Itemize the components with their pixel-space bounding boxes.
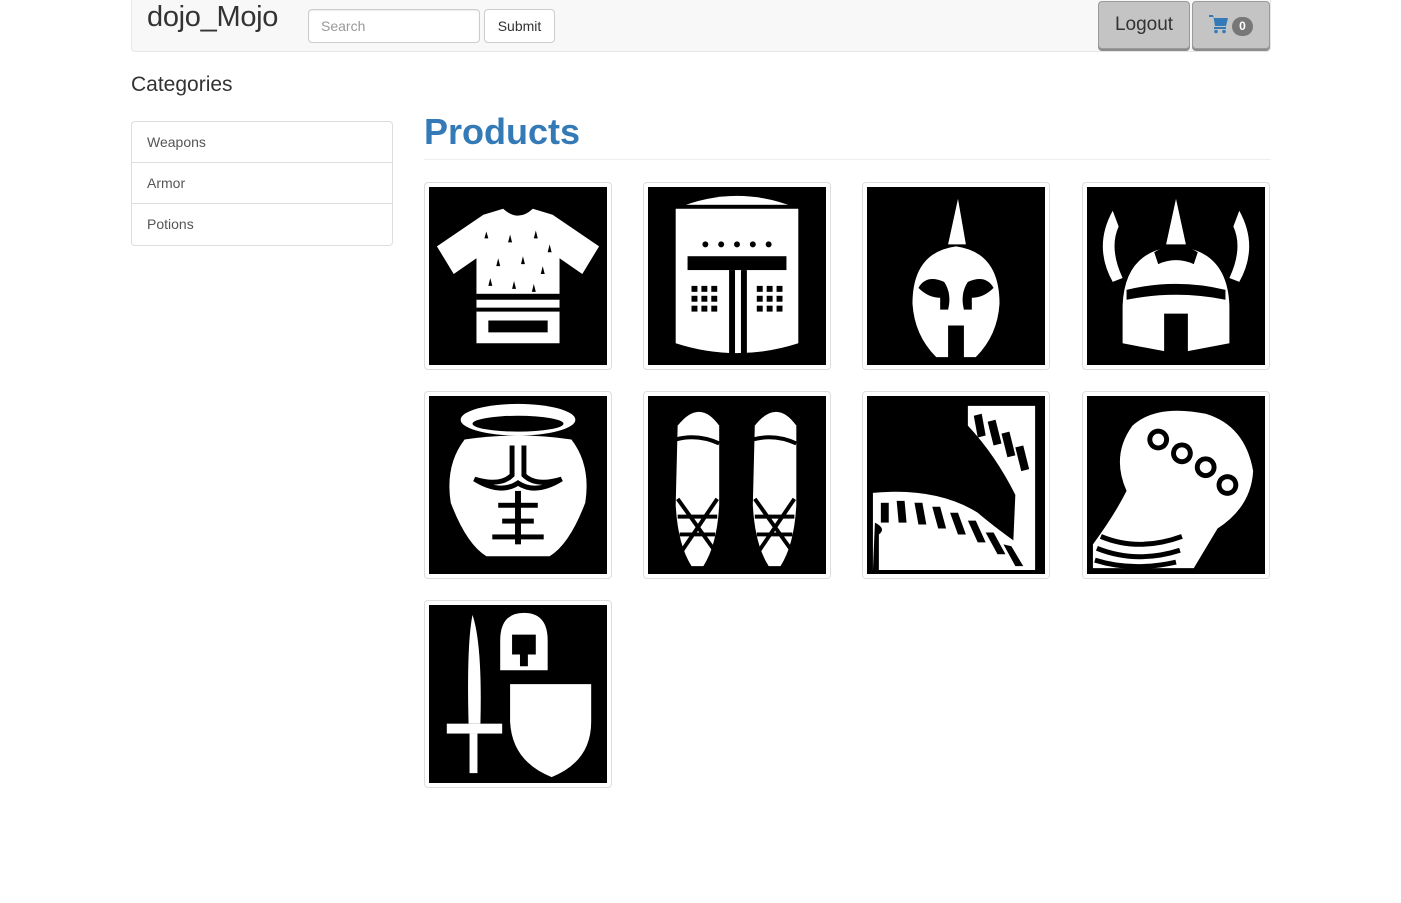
breastplate-icon xyxy=(429,396,607,574)
product-thumbnail-8[interactable] xyxy=(1082,391,1270,579)
cart-count-badge: 0 xyxy=(1232,17,1253,36)
logout-button[interactable]: Logout xyxy=(1098,1,1190,49)
sword-helmet-shield-icon xyxy=(429,605,607,783)
category-armor[interactable]: Armor xyxy=(132,163,392,204)
top-navbar: dojo_Mojo Submit Logout 0 xyxy=(131,0,1271,52)
category-potions[interactable]: Potions xyxy=(132,204,392,245)
pauldron-icon xyxy=(867,396,1045,574)
cart-button[interactable]: 0 xyxy=(1192,1,1270,49)
product-thumbnail-7[interactable] xyxy=(862,391,1050,579)
chainmail-shirt-icon xyxy=(429,187,607,365)
brand-logo-text[interactable]: dojo_Mojo xyxy=(147,1,278,34)
product-thumbnail-9[interactable] xyxy=(424,600,612,788)
product-thumbnail-6[interactable] xyxy=(643,391,831,579)
categories-heading: Categories xyxy=(131,73,233,96)
search-input[interactable] xyxy=(308,9,480,43)
spartan-helmet-icon xyxy=(867,187,1045,365)
category-weapons[interactable]: Weapons xyxy=(132,122,392,163)
product-thumbnail-4[interactable] xyxy=(1082,182,1270,370)
title-divider xyxy=(424,159,1271,160)
product-thumbnail-3[interactable] xyxy=(862,182,1050,370)
leg-armor-icon xyxy=(648,396,826,574)
submit-button[interactable]: Submit xyxy=(484,9,555,43)
product-thumbnail-2[interactable] xyxy=(643,182,831,370)
shopping-cart-icon xyxy=(1209,15,1228,34)
great-helm-icon xyxy=(648,187,826,365)
product-thumbnail-1[interactable] xyxy=(424,182,612,370)
viking-helmet-icon xyxy=(1087,187,1265,365)
gauntlet-icon xyxy=(1087,396,1265,574)
page-title: Products xyxy=(424,111,581,152)
product-thumbnail-5[interactable] xyxy=(424,391,612,579)
categories-list: Weapons Armor Potions xyxy=(131,121,393,246)
